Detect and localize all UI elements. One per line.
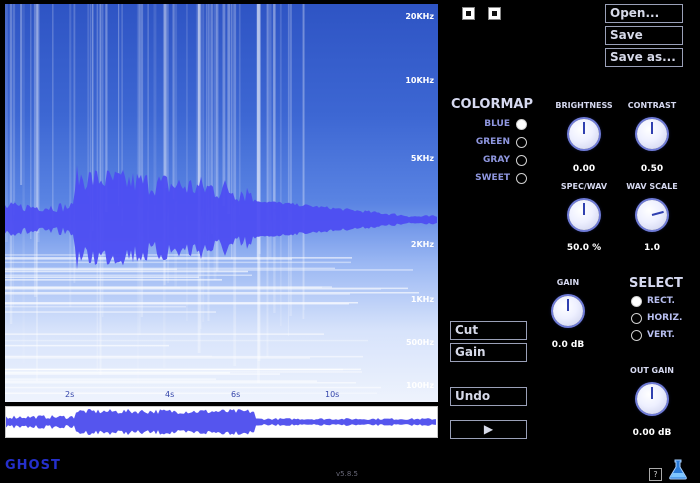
play-button[interactable]: ▶ — [450, 420, 527, 439]
overview-waveform[interactable] — [5, 406, 438, 438]
contrast-label: CONTRAST — [627, 101, 677, 110]
select-title: SELECT — [629, 276, 683, 291]
freq-label-500hz: 500Hz — [405, 338, 434, 347]
spec-wav-knob[interactable] — [569, 200, 599, 230]
gain-label: GAIN — [556, 278, 580, 287]
freq-label-20khz: 20KHz — [405, 12, 434, 21]
spectrogram-canvas[interactable] — [5, 4, 438, 402]
open-button[interactable]: Open... — [605, 4, 683, 23]
colormap-sweet-radio[interactable] — [516, 173, 527, 184]
colormap-gray-radio[interactable] — [516, 155, 527, 166]
select-vert-label: VERT. — [647, 330, 675, 340]
freq-label-2khz: 2KHz — [410, 240, 434, 249]
stop-button[interactable] — [462, 7, 475, 20]
gain-value: 0.0 dB — [551, 340, 585, 350]
time-label-6s: 6s — [231, 390, 241, 399]
freq-label-1khz: 1KHz — [410, 295, 434, 304]
time-label-2s: 2s — [65, 390, 75, 399]
gain-button[interactable]: Gain — [450, 343, 527, 362]
flask-icon — [669, 459, 687, 480]
colormap-gray-label: GRAY — [483, 155, 510, 165]
overview-waveform-canvas — [6, 409, 436, 435]
select-horiz-radio[interactable] — [631, 313, 642, 324]
colormap-blue-label: BLUE — [484, 119, 510, 129]
out-gain-value: 0.00 dB — [632, 428, 672, 438]
gain-knob[interactable] — [553, 296, 583, 326]
wav-scale-label: WAV SCALE — [626, 182, 678, 191]
save-button[interactable]: Save — [605, 26, 683, 45]
wav-scale-value: 1.0 — [644, 243, 660, 253]
out-gain-label: OUT GAIN — [630, 366, 674, 375]
colormap-sweet-label: SWEET — [475, 173, 510, 183]
undo-button[interactable]: Undo — [450, 387, 527, 406]
wav-scale-knob[interactable] — [637, 200, 667, 230]
out-gain-knob[interactable] — [637, 384, 667, 414]
save-as-button[interactable]: Save as... — [605, 48, 683, 67]
select-horiz-label: HORIZ. — [647, 313, 683, 323]
spectrogram-display[interactable]: 20KHz 10KHz 5KHz 2KHz 1KHz 500Hz 100Hz 2… — [5, 4, 438, 402]
colormap-green-label: GREEN — [475, 137, 510, 147]
freq-label-5khz: 5KHz — [410, 154, 434, 163]
colormap-blue-radio[interactable] — [516, 119, 527, 130]
colormap-green-radio[interactable] — [516, 137, 527, 148]
brightness-knob[interactable] — [569, 119, 599, 149]
select-rect-radio[interactable] — [631, 296, 642, 307]
freq-label-10khz: 10KHz — [405, 76, 434, 85]
version-label: v5.8.5 — [336, 470, 358, 478]
colormap-title: COLORMAP — [451, 97, 533, 112]
help-button[interactable]: ? — [649, 468, 662, 481]
cut-button[interactable]: Cut — [450, 321, 527, 340]
square-button[interactable] — [488, 7, 501, 20]
freq-label-100hz: 100Hz — [405, 381, 434, 390]
contrast-knob[interactable] — [637, 119, 667, 149]
play-icon: ▶ — [483, 422, 494, 436]
contrast-value: 0.50 — [640, 164, 664, 174]
select-vert-radio[interactable] — [631, 330, 642, 341]
select-rect-label: RECT. — [647, 296, 675, 306]
time-label-4s: 4s — [165, 390, 175, 399]
ghost-logo: GHOST — [5, 458, 61, 473]
time-label-10s: 10s — [325, 390, 340, 399]
